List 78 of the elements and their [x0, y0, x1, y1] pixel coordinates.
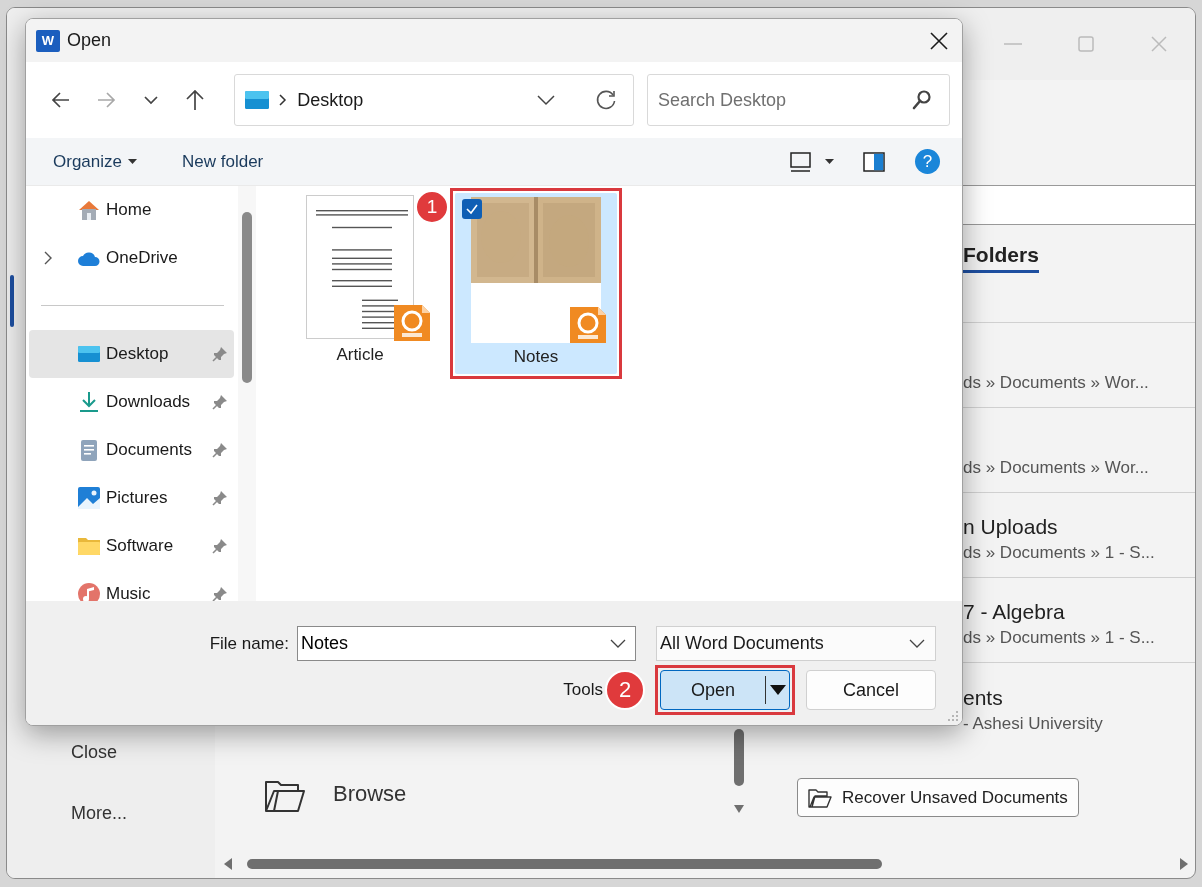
sidebar-item[interactable]: Software [29, 522, 234, 570]
folder-path: ds » Documents » Wor... [963, 457, 1149, 479]
folder-path: ds » Documents » 1 - S... [963, 542, 1155, 564]
toolbar-button[interactable]: New folder [182, 151, 264, 172]
scrollbar-thumb[interactable] [242, 212, 252, 383]
folder-name: 7 - Algebra [963, 599, 1065, 625]
folder-icon [808, 787, 832, 808]
tools-button[interactable]: Tools [563, 680, 603, 700]
close-icon [1148, 34, 1169, 54]
scroll-down-icon[interactable] [733, 804, 745, 814]
folder-path: - Ashesi University [963, 713, 1103, 735]
view-button[interactable] [790, 151, 834, 172]
search-icon [911, 89, 932, 111]
address-bar[interactable]: Desktop [234, 74, 634, 126]
scrollbar-thumb[interactable] [734, 729, 744, 786]
dropdown-button[interactable] [765, 676, 789, 704]
picture-icon [77, 486, 101, 510]
refresh-icon[interactable] [594, 89, 617, 111]
folder-path: ds » Documents » Wor... [963, 372, 1149, 394]
maximize-icon [1075, 34, 1096, 54]
step-badge: 2 [605, 670, 645, 710]
chevron-down-icon[interactable] [610, 639, 626, 649]
menu-item[interactable]: More... [7, 798, 215, 828]
cancel-button[interactable]: Cancel [806, 670, 936, 710]
sidebar-item[interactable]: OneDrive [29, 234, 234, 282]
chevron-right-icon [279, 94, 288, 106]
file-name[interactable]: Article [336, 345, 384, 365]
folder-path: ds » Documents » 1 - S... [963, 627, 1155, 649]
music-icon [77, 582, 101, 601]
chevron-down-icon[interactable] [536, 94, 555, 106]
home-icon [77, 198, 101, 222]
scroll-right-icon[interactable] [1179, 857, 1189, 871]
open-button[interactable]: Open [661, 671, 765, 709]
scrollbar-thumb[interactable] [247, 859, 882, 869]
breadcrumb[interactable]: Desktop [297, 89, 527, 111]
caret-icon [825, 158, 834, 165]
sidebar-item[interactable]: Music [29, 570, 234, 601]
scroll-left-icon[interactable] [223, 857, 233, 871]
desktop-icon [245, 90, 270, 110]
chevron-down-icon [909, 638, 925, 649]
sidebar-item[interactable]: Documents [29, 426, 234, 474]
preview-pane-button[interactable] [863, 151, 885, 172]
file-tile[interactable]: Notes [455, 193, 617, 374]
resize-grip[interactable] [947, 710, 959, 722]
caret-icon [128, 158, 137, 165]
download-icon [77, 390, 101, 414]
step-badge: 1 [415, 190, 449, 224]
chevron-right-icon[interactable] [44, 251, 53, 265]
close-button[interactable] [929, 30, 949, 51]
sidebar-item[interactable]: Desktop [29, 330, 234, 378]
file-type-icon [570, 307, 606, 343]
sidebar-item[interactable]: Home [29, 186, 234, 234]
sidebar-item[interactable]: Pictures [29, 474, 234, 522]
file-name-field[interactable]: Notes [297, 626, 636, 661]
checkbox[interactable] [462, 199, 482, 219]
help-button[interactable]: ? [915, 149, 940, 174]
app-icon: W [36, 29, 60, 52]
place-label[interactable]: Browse [333, 781, 407, 807]
window-title: Open [67, 30, 113, 51]
folder-name: n Uploads [963, 514, 1058, 540]
menu-item[interactable]: Close [7, 737, 215, 767]
selection-indicator [10, 275, 14, 327]
search-field[interactable]: Search Desktop [646, 74, 950, 126]
sidebar-item[interactable]: Downloads [29, 378, 234, 426]
recover-button[interactable]: Recover Unsaved Documents [797, 778, 1079, 817]
minimize-icon [1003, 43, 1022, 45]
input-field[interactable] [963, 185, 1195, 225]
menu-button[interactable]: Organize [53, 151, 137, 172]
file-name: Notes [513, 347, 559, 367]
view-icon [790, 151, 811, 172]
file-type-dropdown[interactable]: All Word Documents [656, 626, 936, 661]
close-icon [929, 30, 949, 51]
file-type-icon [394, 305, 430, 341]
preview-pane-icon [863, 151, 885, 172]
folder-name: ents [963, 685, 1003, 711]
field-label: File name: [209, 633, 289, 654]
caret-icon [769, 685, 786, 695]
open-split-button[interactable]: Open [660, 670, 790, 710]
